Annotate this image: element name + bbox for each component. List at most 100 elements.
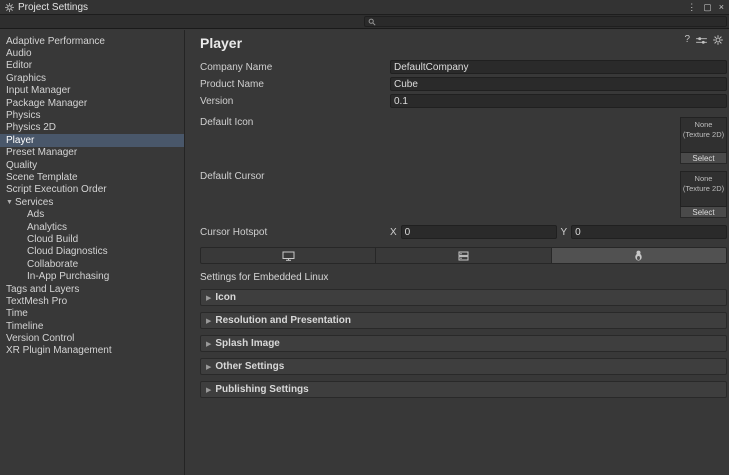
y-axis-label: Y [561,227,568,238]
sidebar-item[interactable]: XR Plugin Management [0,345,184,357]
form-row: Version [200,94,727,108]
settings-sections: ▶ Icon ▶ Resolution and Presentation ▶ S… [200,289,727,398]
object-none-label: None [695,174,713,184]
sidebar-item[interactable]: Timeline [0,320,184,332]
sidebar-item[interactable]: Time [0,308,184,320]
section-label: Splash Image [215,338,279,349]
cursor-hotspot-label: Cursor Hotspot [200,227,390,238]
main-header: Player ? [186,30,729,60]
main-panel: Player ? [186,30,729,475]
presets-icon[interactable] [696,36,707,45]
sidebar-item[interactable]: Quality [0,159,184,171]
sidebar-item[interactable]: Input Manager [0,85,184,97]
sidebar-item-label: Adaptive Performance [6,36,105,47]
sidebar-item-label: Cloud Build [27,234,78,245]
tab-dedicated-server[interactable] [376,248,551,263]
default-icon-select-button[interactable]: Select [680,153,727,164]
collapse-arrow-icon: ▶ [206,340,211,348]
sidebar-item[interactable]: Analytics [0,221,184,233]
field-input[interactable] [390,60,727,74]
page-title: Player [200,35,242,51]
window-menu-icon[interactable]: ⋮ [687,3,696,12]
sidebar-item[interactable]: Editor [0,60,184,72]
text-field-rows: Company Name Product Name Version [200,60,727,108]
collapse-arrow-icon: ▶ [206,294,211,302]
sidebar-item[interactable]: Collaborate [0,258,184,270]
close-icon[interactable]: × [719,3,724,12]
header-icons: ? [684,35,723,45]
sidebar-item-label: Quality [6,160,37,171]
sidebar-item-label: Services [15,197,53,208]
form-row: Company Name [200,60,727,74]
settings-for-platform-label: Settings for Embedded Linux [200,272,729,283]
sidebar-item-label: Tags and Layers [6,284,79,295]
sidebar-item-label: Timeline [6,321,43,332]
sidebar-item[interactable]: Preset Manager [0,147,184,159]
search-box[interactable] [364,16,727,27]
sidebar-item-label: Cloud Diagnostics [27,246,108,257]
cursor-hotspot-x-input[interactable] [401,225,557,239]
sidebar-item[interactable]: Package Manager [0,97,184,109]
sidebar-item[interactable]: Tags and Layers [0,283,184,295]
window-title: Project Settings [18,2,88,13]
search-icon [368,18,376,26]
sidebar-item-label: Time [6,308,28,319]
sidebar-item[interactable]: In-App Purchasing [0,270,184,282]
section-header[interactable]: ▶ Splash Image [200,335,727,352]
sidebar-item[interactable]: Script Execution Order [0,184,184,196]
window-controls: ⋮ ▢ × [687,3,724,12]
sidebar-item-label: Ads [27,209,44,220]
sidebar-item[interactable]: Player [0,134,184,146]
sidebar-item[interactable]: Adaptive Performance [0,35,184,47]
cursor-hotspot-y-input[interactable] [571,225,727,239]
section-label: Icon [215,292,236,303]
search-input[interactable] [379,17,723,27]
cursor-hotspot-fields: X Y [390,225,727,239]
section-header[interactable]: ▶ Resolution and Presentation [200,312,727,329]
desktop-monitor-icon [282,251,295,261]
sidebar-item[interactable]: Cloud Diagnostics [0,246,184,258]
section-header[interactable]: ▶ Icon [200,289,727,306]
sidebar-item[interactable]: Graphics [0,72,184,84]
collapse-arrow-icon: ▶ [206,386,211,394]
sidebar-item[interactable]: TextMesh Pro [0,295,184,307]
section-header[interactable]: ▶ Other Settings [200,358,727,375]
sidebar-item[interactable]: Ads [0,208,184,220]
help-icon[interactable]: ? [684,35,690,45]
sidebar-item[interactable]: Physics 2D [0,122,184,134]
maximize-icon[interactable]: ▢ [703,3,712,12]
default-icon-object-field[interactable]: None (Texture 2D) [680,117,727,153]
toolbar [0,15,729,29]
sidebar-item[interactable]: Physics [0,109,184,121]
titlebar: Project Settings ⋮ ▢ × [0,0,729,15]
section-label: Publishing Settings [215,384,308,395]
sidebar-item[interactable]: Audio [0,47,184,59]
form-row: Product Name [200,77,727,91]
sidebar-item[interactable]: Scene Template [0,171,184,183]
embedded-linux-penguin-icon [634,250,643,261]
default-cursor-object-field[interactable]: None (Texture 2D) [680,171,727,207]
sidebar-item[interactable]: Cloud Build [0,233,184,245]
object-type-label: (Texture 2D) [683,130,724,140]
sidebar-item-label: Physics [6,110,40,121]
tab-embedded-linux[interactable] [552,248,726,263]
sidebar-item-label: Package Manager [6,98,87,109]
collapse-arrow-icon: ▶ [206,317,211,325]
x-axis-label: X [390,227,397,238]
default-cursor-select-button[interactable]: Select [680,207,727,218]
sidebar-item[interactable]: ▼ Services [0,196,184,208]
field-label: Version [200,96,390,107]
sidebar-item[interactable]: Version Control [0,332,184,344]
object-none-label: None [695,120,713,130]
more-gear-icon[interactable] [713,35,723,45]
sidebar-item-label: TextMesh Pro [6,296,67,307]
field-input[interactable] [390,77,727,91]
sidebar-item-label: Graphics [6,73,46,84]
tab-desktop[interactable] [201,248,376,263]
field-input[interactable] [390,94,727,108]
section-header[interactable]: ▶ Publishing Settings [200,381,727,398]
sidebar-item-label: Script Execution Order [6,184,107,195]
field-label: Company Name [200,62,390,73]
sidebar-item-label: XR Plugin Management [6,345,112,356]
sidebar-item-label: Version Control [6,333,74,344]
